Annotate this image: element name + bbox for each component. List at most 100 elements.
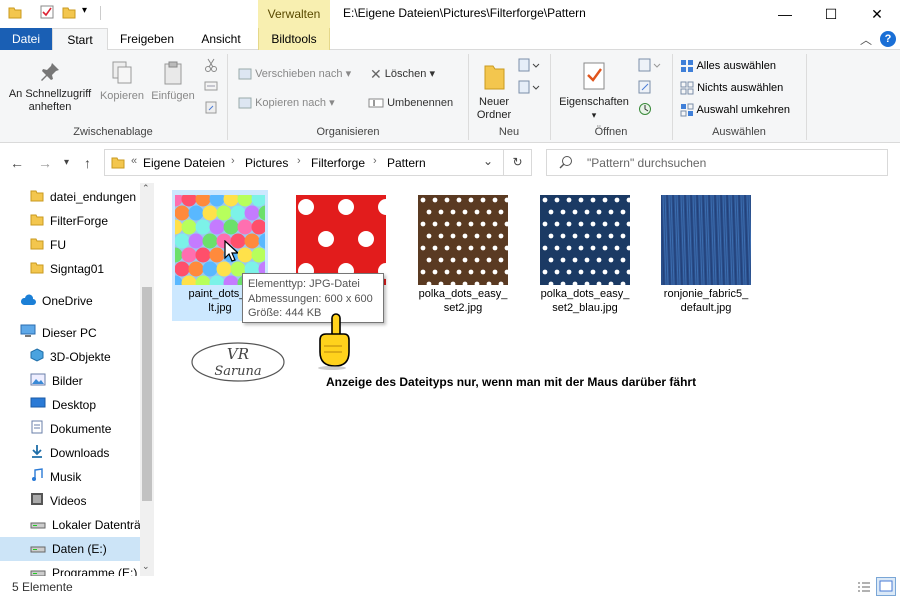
sidebar-item-3d-objekte[interactable]: 3D-Objekte [0,345,140,369]
tooltip-size: Größe: 444 KB [248,307,322,319]
group-label-clipboard: Zwischenablage [73,126,153,138]
sidebar-item-desktop[interactable]: Desktop [0,393,140,417]
large-icons-view-icon[interactable] [876,577,896,596]
sidebar-item-label: Signtag01 [50,262,105,276]
minimize-button[interactable]: — [762,0,808,28]
refresh-button[interactable]: ↻ [504,149,532,176]
chevron-right-icon[interactable]: › [373,155,377,167]
new-folder-icon[interactable] [62,5,76,19]
edit-icon[interactable] [638,80,652,97]
folder-icon[interactable] [8,5,22,19]
move-to-button[interactable]: Verschieben nach ▾ [238,67,351,81]
address-bar[interactable]: « Eigene Dateien › Pictures › Filterforg… [104,149,504,176]
properties-icon[interactable] [40,5,54,19]
breadcrumb-pattern[interactable]: Pattern [387,156,426,170]
video-icon [30,490,44,513]
rename-button[interactable]: Umbenennen [368,96,453,110]
tab-datei[interactable]: Datei [0,28,52,50]
file-item-ronjonie-fabric[interactable]: ronjonie_fabric5_ default.jpg [658,190,754,321]
file-item-polka-set2-blau[interactable]: polka_dots_easy_ set2_blau.jpg [537,190,633,321]
chevron-right-icon[interactable]: › [297,155,301,167]
open-icon[interactable] [638,58,662,75]
sidebar-item-lokaler-datentr[interactable]: Lokaler Datenträ [0,513,140,537]
sidebar-item-datei-endungen[interactable]: datei_endungen [0,185,140,209]
breadcrumb-filterforge[interactable]: Filterforge [311,156,365,170]
pin-label: An Schnellzugriff anheften [8,88,92,113]
sidebar-item-dokumente[interactable]: Dokumente [0,417,140,441]
select-all-button[interactable]: Alles auswählen [680,59,776,73]
close-button[interactable]: ✕ [854,0,900,28]
invert-selection-button[interactable]: Auswahl umkehren [680,103,790,117]
copy-path-icon[interactable] [204,80,218,95]
tab-bildtools[interactable]: Bildtools [258,28,330,50]
copy-to-button[interactable]: Kopieren nach ▾ [238,96,335,110]
tooltip-type: Elementtyp: JPG-Datei [248,278,360,290]
folder-icon [30,234,44,257]
easy-access-icon[interactable] [518,80,540,97]
breadcrumb-eigene-dateien[interactable]: Eigene Dateien [143,156,225,170]
pin-button[interactable]: An Schnellzugriff anheften [4,60,96,114]
sidebar-item-label: Bilder [52,374,83,388]
select-none-button[interactable]: Nichts auswählen [680,81,783,95]
properties-button[interactable]: Eigenschaften ▾ [554,60,634,122]
details-view-icon[interactable] [856,579,872,598]
refresh-icon: ↻ [512,155,523,169]
search-input[interactable]: "Pattern" durchsuchen [546,149,888,176]
copy-to-icon [238,97,252,109]
chevron-down-icon[interactable]: ⌄ [483,154,493,168]
drive-icon [30,538,46,561]
sidebar-item-signtag01[interactable]: Signtag01 [0,257,140,281]
chevron-right-icon[interactable]: › [231,155,235,167]
tab-freigeben[interactable]: Freigeben [110,28,184,50]
sidebar-item-filterforge[interactable]: FilterForge [0,209,140,233]
folder-icon [30,186,44,209]
delete-icon: ✕ [370,66,382,83]
forward-arrow-icon[interactable]: → [38,155,52,171]
svg-text:VR: VR [227,345,249,363]
sidebar-item-onedrive[interactable]: OneDrive [0,289,140,313]
sidebar-item-daten-e[interactable]: Daten (E:) [0,537,140,561]
maximize-button[interactable]: ☐ [808,0,854,28]
group-label-new: Neu [498,126,520,138]
history-icon[interactable] [638,102,652,119]
sidebar-item-dieser-pc[interactable]: Dieser PC [0,321,140,345]
paste-shortcut-icon[interactable] [204,100,218,117]
pin-icon [41,63,59,81]
back-arrow-icon[interactable]: ← [10,155,24,171]
cut-icon[interactable] [204,58,218,75]
copy-button[interactable]: Kopieren [97,60,147,103]
paste-button[interactable]: Einfügen [148,60,198,103]
tab-start[interactable]: Start [52,28,108,51]
sidebar-item-bilder[interactable]: Bilder [0,369,140,393]
scroll-down-icon[interactable]: ⌄ [142,561,150,572]
ribbon: An Schnellzugriff anheften Kopieren Einf… [0,50,900,143]
breadcrumb-pictures[interactable]: Pictures [245,156,288,170]
status-item-count: 5 Elemente [12,580,73,594]
sidebar-item-label: Musik [50,470,82,484]
move-icon [238,68,252,80]
up-arrow-icon[interactable]: ↑ [84,155,91,171]
sidebar-item-downloads[interactable]: Downloads [0,441,140,465]
scroll-up-icon[interactable]: ⌃ [142,183,150,194]
sidebar-item-videos[interactable]: Videos [0,489,140,513]
sidebar-item-musik[interactable]: Musik [0,465,140,489]
svg-text:Saruna: Saruna [214,364,261,379]
navigation-pane: datei_endungen FilterForge FU Signtag01 OneD… [0,183,154,576]
sidebar-item-fu[interactable]: FU [0,233,140,257]
recent-dropdown-icon[interactable]: ▾ [64,157,69,168]
scrollbar-thumb[interactable] [142,287,152,501]
file-item-polka-set2[interactable]: polka_dots_easy_ set2.jpg [415,190,511,321]
invert-selection-icon [680,103,694,117]
new-folder-button[interactable]: Neuer Ordner [472,60,516,122]
tab-ansicht[interactable]: Ansicht [190,28,252,50]
copy-to-label: Kopieren nach [255,97,327,109]
delete-button[interactable]: ✕ Löschen ▾ [370,67,435,81]
overflow-chevron[interactable]: « [131,155,137,167]
new-item-icon[interactable] [518,58,540,75]
collapse-ribbon-icon[interactable]: ︿ [860,31,872,48]
sidebar-item-programme-e[interactable]: Programme (E:) [0,561,140,576]
group-label-organize: Organisieren [316,126,380,138]
customize-arrow-icon[interactable]: ▾ [82,5,96,19]
properties-icon [583,62,605,90]
help-icon[interactable]: ? [880,31,896,47]
